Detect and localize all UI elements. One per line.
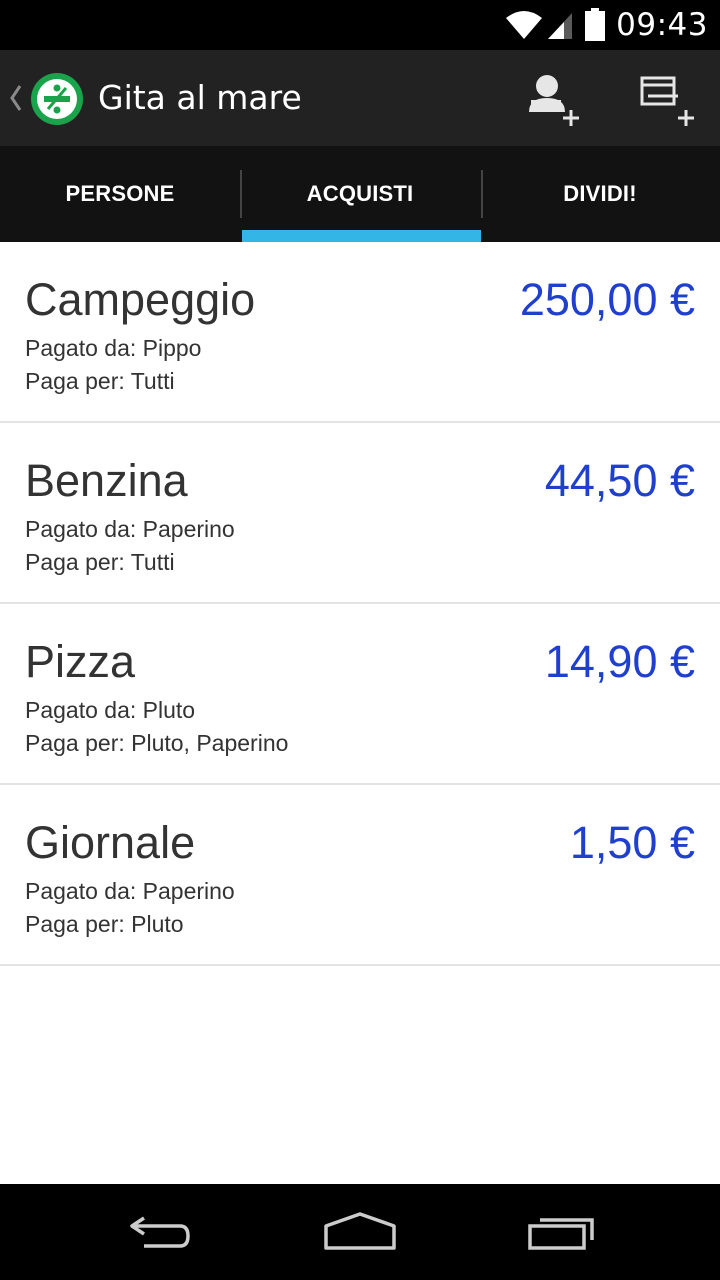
- status-bar: 09:43: [0, 0, 720, 50]
- add-purchase-button[interactable]: [628, 64, 700, 136]
- app-logo-icon[interactable]: [29, 71, 85, 127]
- back-chevron-icon[interactable]: [6, 80, 24, 116]
- status-icons: 09:43: [504, 0, 708, 50]
- battery-icon: [585, 8, 606, 41]
- purchase-amount: 1,50 €: [569, 817, 695, 868]
- tab-divider: [240, 170, 242, 218]
- purchase-paid-by: Pagato da: Paperino: [25, 516, 235, 542]
- wifi-icon: [506, 11, 543, 39]
- nav-recents-button[interactable]: [502, 1184, 622, 1280]
- purchase-amount: 44,50 €: [544, 455, 695, 506]
- back-icon: [130, 1216, 190, 1248]
- purchase-list: Campeggio 250,00 € Pagato da: Pippo Paga…: [0, 242, 720, 966]
- action-bar-title: Gita al mare: [98, 78, 302, 117]
- recents-icon: [528, 1218, 594, 1250]
- list-item[interactable]: Benzina 44,50 € Pagato da: Paperino Paga…: [0, 423, 720, 604]
- purchase-pays-for: Paga per: Pluto: [25, 911, 184, 937]
- purchase-name: Giornale: [25, 817, 196, 868]
- purchase-paid-by: Pagato da: Paperino: [25, 878, 235, 904]
- tab-divider: [481, 170, 483, 218]
- purchase-amount: 250,00 €: [519, 274, 695, 325]
- nav-home-button[interactable]: [300, 1184, 420, 1280]
- purchase-name: Pizza: [25, 636, 136, 687]
- home-icon: [324, 1212, 396, 1250]
- purchase-pays-for: Paga per: Tutti: [25, 549, 175, 575]
- tab-persone[interactable]: PERSONE: [0, 146, 240, 242]
- tab-label: PERSONE: [65, 181, 175, 206]
- purchase-pays-for: Paga per: Pluto, Paperino: [25, 730, 289, 756]
- tab-label: DIVIDI!: [563, 181, 637, 206]
- tab-acquisti[interactable]: ACQUISTI: [240, 146, 480, 242]
- purchase-name: Campeggio: [25, 274, 256, 325]
- status-clock: 09:43: [616, 7, 708, 43]
- purchase-paid-by: Pagato da: Pluto: [25, 697, 196, 723]
- tab-label: ACQUISTI: [306, 181, 414, 206]
- purchase-paid-by: Pagato da: Pippo: [25, 335, 202, 361]
- tab-dividi[interactable]: DIVIDI!: [480, 146, 720, 242]
- list-item[interactable]: Giornale 1,50 € Pagato da: Paperino Paga…: [0, 785, 720, 966]
- purchase-pays-for: Paga per: Tutti: [25, 368, 175, 394]
- add-purchase-icon: [640, 76, 694, 126]
- purchase-name: Benzina: [25, 455, 188, 506]
- purchase-amount: 14,90 €: [544, 636, 695, 687]
- nav-back-button[interactable]: [100, 1184, 220, 1280]
- navigation-bar: [0, 1184, 720, 1280]
- list-item[interactable]: Campeggio 250,00 € Pagato da: Pippo Paga…: [0, 242, 720, 423]
- signal-icon: [548, 13, 573, 39]
- list-item[interactable]: Pizza 14,90 € Pagato da: Pluto Paga per:…: [0, 604, 720, 785]
- tab-bar: PERSONE ACQUISTI DIVIDI!: [0, 146, 720, 242]
- add-person-icon: [529, 75, 579, 126]
- add-person-button[interactable]: [515, 64, 587, 136]
- tab-selected-indicator: [242, 230, 481, 242]
- action-bar: Gita al mare: [0, 50, 720, 146]
